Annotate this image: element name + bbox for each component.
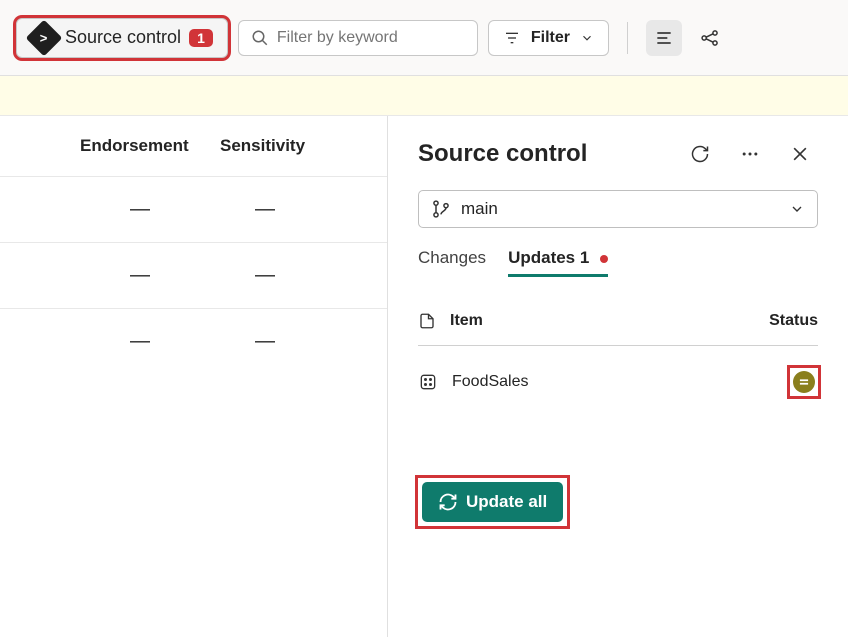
tabs: Changes Updates 1 (418, 248, 818, 277)
refresh-button[interactable] (682, 136, 718, 172)
table-row[interactable]: — — (0, 242, 387, 308)
search-input[interactable] (277, 29, 465, 47)
status-header-label: Status (769, 312, 818, 330)
chevron-down-icon (789, 201, 805, 217)
chevron-down-icon (580, 31, 594, 45)
source-control-badge: 1 (189, 29, 213, 47)
filter-icon (503, 30, 521, 46)
notification-bar (0, 76, 848, 116)
file-icon (418, 311, 436, 331)
panel-title: Source control (418, 140, 587, 168)
update-all-button[interactable]: Update all (422, 482, 563, 522)
table-row[interactable]: — — (0, 308, 387, 374)
more-icon (740, 144, 760, 164)
updates-indicator-dot (600, 255, 608, 263)
cell-sensitivity: — (180, 330, 275, 353)
list-view-button[interactable] (646, 20, 682, 56)
source-control-label: Source control (65, 27, 181, 48)
item-name: FoodSales (452, 373, 529, 391)
search-icon (251, 29, 269, 47)
left-pane: Endorsement Sensitivity — — — — — — (0, 116, 388, 637)
close-icon (790, 144, 810, 164)
toolbar-divider (627, 22, 628, 54)
tab-changes[interactable]: Changes (418, 248, 486, 277)
refresh-icon (690, 144, 710, 164)
source-control-icon (26, 19, 63, 56)
lineage-icon (700, 28, 720, 48)
close-button[interactable] (782, 136, 818, 172)
update-all-label: Update all (466, 492, 547, 512)
main-content: Endorsement Sensitivity — — — — — — Sour… (0, 116, 848, 637)
search-box[interactable] (238, 20, 478, 56)
filter-label: Filter (531, 29, 570, 47)
panel-header: Source control (418, 136, 818, 172)
dataset-icon (418, 372, 438, 392)
item-row[interactable]: FoodSales (418, 346, 818, 418)
cell-endorsement: — (0, 264, 180, 287)
item-header-label: Item (450, 312, 483, 330)
cell-endorsement: — (0, 330, 180, 353)
tab-updates-label: Updates 1 (508, 248, 589, 267)
update-all-highlight: Update all (418, 478, 567, 526)
cell-sensitivity: — (180, 198, 275, 221)
lineage-view-button[interactable] (692, 20, 728, 56)
status-icon-highlight (790, 368, 818, 396)
column-header-sensitivity[interactable]: Sensitivity (180, 136, 305, 156)
item-list-header: Item Status (418, 297, 818, 346)
cell-sensitivity: — (180, 264, 275, 287)
branch-name: main (461, 199, 498, 219)
branch-icon (431, 199, 451, 219)
list-icon (654, 28, 674, 48)
sync-icon (438, 492, 458, 512)
source-control-button[interactable]: Source control 1 (16, 18, 228, 58)
top-toolbar: Source control 1 Filter (0, 0, 848, 76)
more-options-button[interactable] (732, 136, 768, 172)
cell-endorsement: — (0, 198, 180, 221)
panel-actions (682, 136, 818, 172)
filter-button[interactable]: Filter (488, 20, 609, 56)
column-header-endorsement[interactable]: Endorsement (0, 136, 180, 156)
source-control-panel: Source control main Changes (388, 116, 848, 637)
status-conflict-icon (793, 371, 815, 393)
table-header: Endorsement Sensitivity (0, 116, 387, 176)
branch-selector[interactable]: main (418, 190, 818, 228)
tab-updates[interactable]: Updates 1 (508, 248, 608, 277)
table-row[interactable]: — — (0, 176, 387, 242)
